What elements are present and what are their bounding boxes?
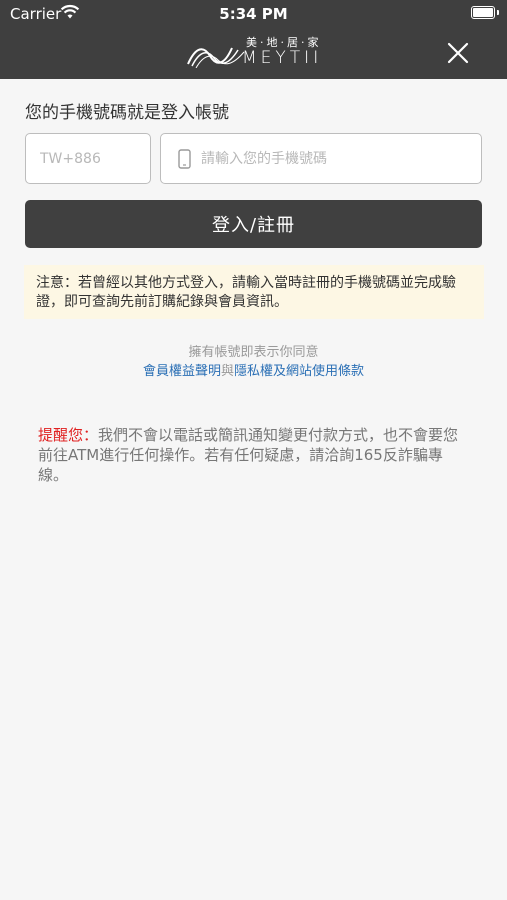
battery-icon [471,6,499,19]
country-code-input[interactable] [26,134,150,183]
login-register-button[interactable]: 登入/註冊 [25,200,482,248]
phone-number-input[interactable] [161,134,481,183]
reminder-text: 我們不會以電話或簡訊通知變更付款方式，也不會要您前往ATM進行任何操作。若有任何… [38,426,459,484]
app-header: Carrier 5:34 PM 美·地·居·家 MEYTII [0,0,507,79]
country-code-field[interactable] [25,133,151,184]
phone-icon [178,149,191,169]
notice-box: 注意：若曾經以其他方式登入，請輸入當時註冊的手機號碼並完成驗證，即可查詢先前訂購… [24,265,484,319]
status-bar: Carrier 5:34 PM [0,0,507,28]
page-title: 您的手機號碼就是登入帳號 [25,103,229,123]
agreement-text: 擁有帳號即表示你同意 [188,345,319,360]
logo-wave-icon [187,47,245,68]
logo-english-text: MEYTII [242,48,323,68]
phone-field[interactable] [160,133,482,184]
close-icon[interactable] [446,41,470,65]
brand-logo: 美·地·居·家 MEYTII [186,34,322,70]
fraud-reminder: 提醒您：我們不會以電話或簡訊通知變更付款方式，也不會要您前往ATM進行任何操作。… [38,425,468,485]
terms-link[interactable]: 會員權益聲明 [143,364,221,379]
link-separator: 與 [220,364,234,379]
reminder-label: 提醒您： [38,426,99,444]
privacy-link[interactable]: 隱私權及網站使用條款 [234,364,364,379]
agreement-links: 會員權益聲明與隱私權及網站使用條款 [0,360,507,379]
status-time: 5:34 PM [219,5,288,23]
